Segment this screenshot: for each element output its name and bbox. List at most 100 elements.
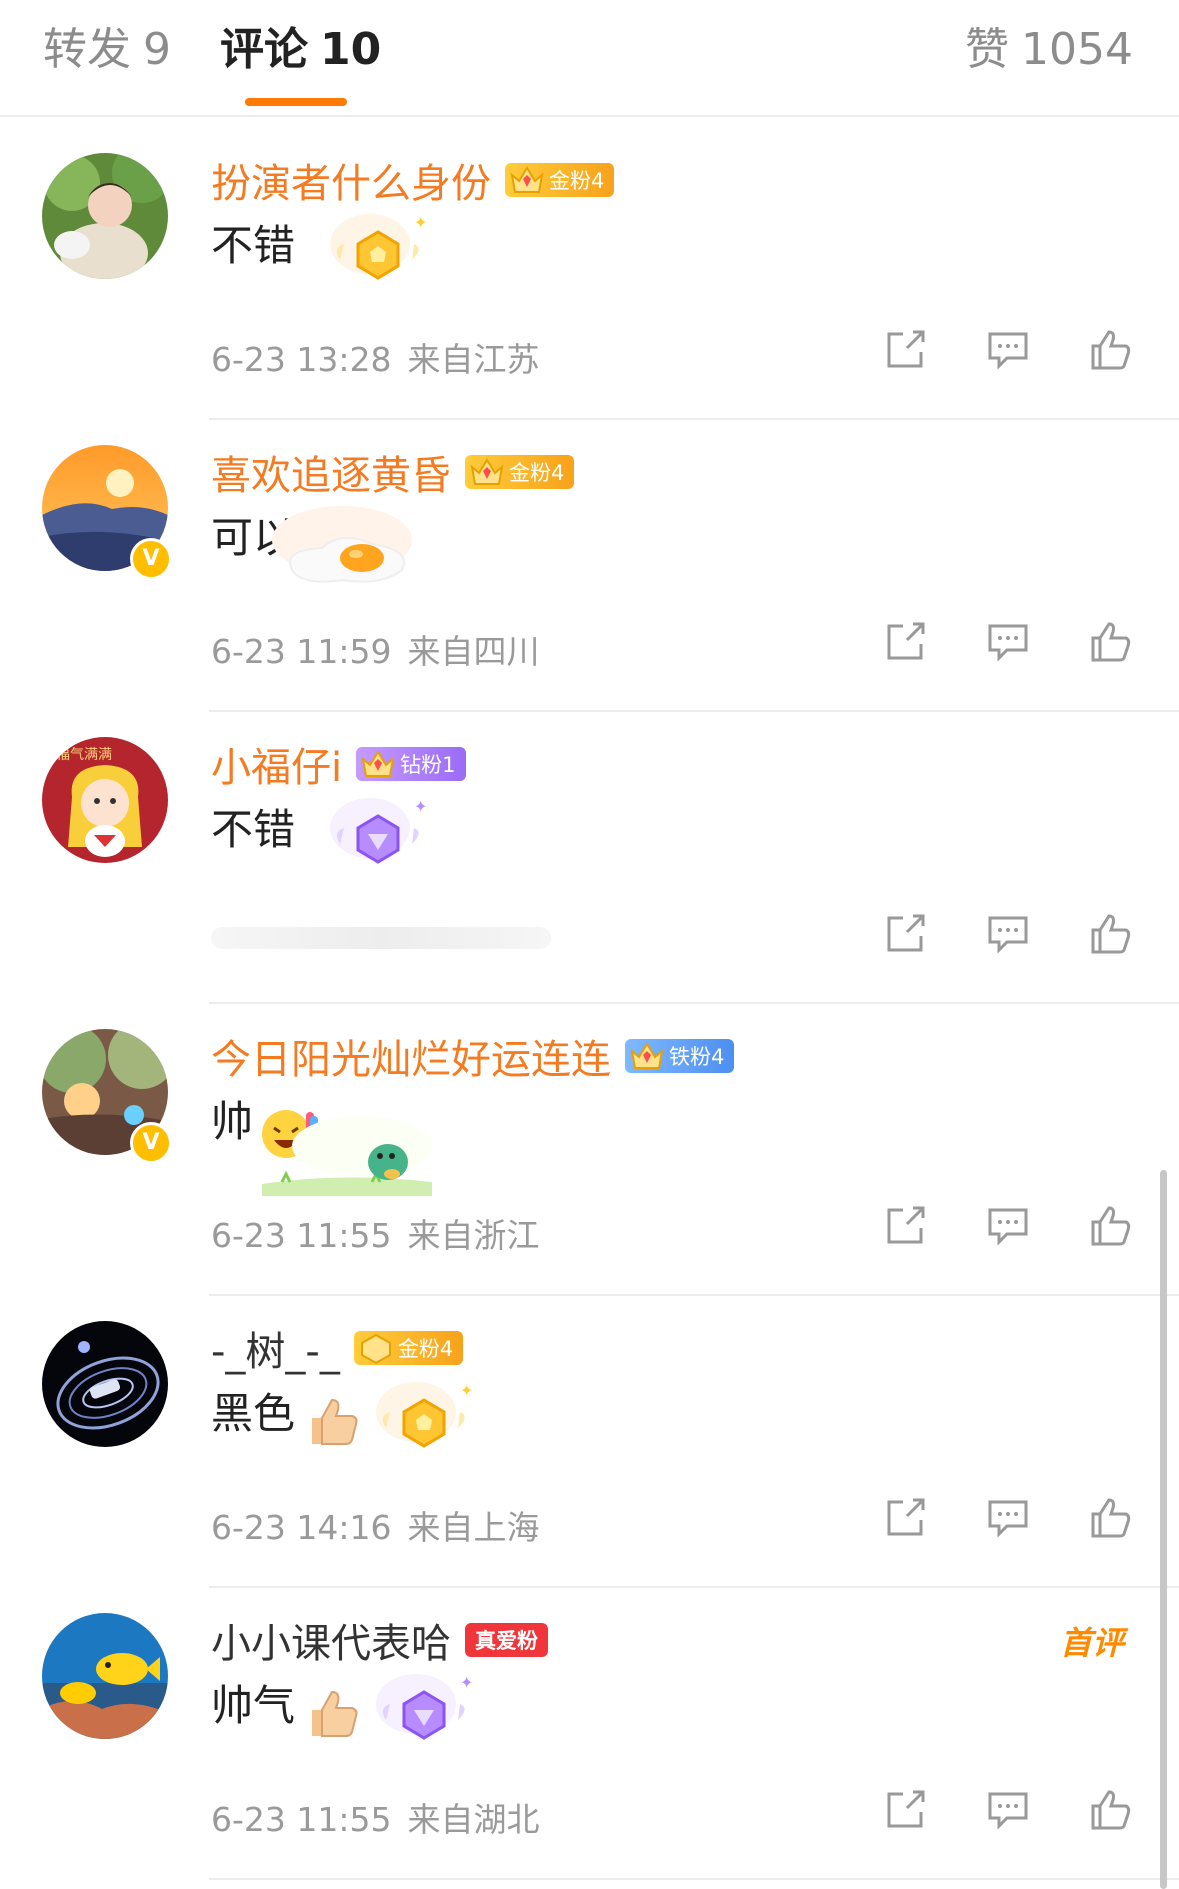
fan-badge[interactable]: 真爱粉 bbox=[465, 1623, 548, 1657]
username[interactable]: 小小课代表哈 bbox=[211, 1611, 451, 1669]
thumbs-up-icon[interactable] bbox=[1087, 1202, 1133, 1248]
purple-diamond-sticker: ✦ bbox=[376, 1673, 473, 1740]
crown-icon bbox=[510, 166, 544, 193]
tab-comment-count: 10 bbox=[320, 24, 382, 75]
comment-location: 来自江苏 bbox=[407, 340, 540, 379]
avatar[interactable] bbox=[42, 1613, 168, 1739]
comment-icon[interactable] bbox=[985, 910, 1031, 956]
fan-badge[interactable]: 金粉4 bbox=[505, 163, 615, 197]
comment-icon[interactable] bbox=[985, 618, 1031, 664]
avatar[interactable] bbox=[42, 1321, 168, 1447]
gold-medal-sticker: ✦ bbox=[330, 213, 427, 280]
gem-icon bbox=[360, 1333, 391, 1365]
fan-badge-label: 金粉4 bbox=[509, 461, 565, 485]
username[interactable]: 扮演者什么身份 bbox=[211, 151, 491, 209]
comment-item: -_树_-_ 金粉4 黑色 ✦ 6-23 14:16 来自上海 bbox=[0, 1296, 1179, 1588]
purple-diamond-sticker: ✦ bbox=[330, 797, 427, 864]
comment-icon[interactable] bbox=[985, 1786, 1031, 1832]
username[interactable]: -_树_-_ bbox=[211, 1319, 340, 1377]
tab-comment[interactable]: 评论 10 bbox=[220, 20, 381, 80]
avatar[interactable] bbox=[42, 153, 168, 279]
svg-text:福气满满: 福气满满 bbox=[56, 747, 112, 763]
thumbs-up-icon[interactable] bbox=[1087, 326, 1133, 372]
comment-item: 扮演者什么身份 金粉4 不错 ✦ 6-23 13:28 来自江苏 bbox=[0, 128, 1179, 420]
username[interactable]: 小福仔i bbox=[211, 735, 342, 793]
comment-actions bbox=[883, 1202, 1133, 1248]
comment-date: 6-23 14:16 bbox=[211, 1508, 392, 1547]
tab-like-label: 赞 bbox=[965, 24, 1010, 75]
share-icon[interactable] bbox=[883, 618, 929, 664]
comment-actions bbox=[883, 910, 1133, 956]
thumbs-up-icon[interactable] bbox=[1087, 1494, 1133, 1540]
name-row: -_树_-_ 金粉4 bbox=[211, 1318, 464, 1378]
fan-badge[interactable]: 金粉4 bbox=[353, 1331, 464, 1365]
comment-text: 黑色 bbox=[211, 1389, 296, 1438]
fan-badge-label: 铁粉4 bbox=[669, 1045, 725, 1069]
comment-actions bbox=[883, 1786, 1133, 1832]
verified-badge: V bbox=[130, 538, 172, 580]
comment-date: 6-23 11:55 bbox=[211, 1800, 392, 1839]
svg-text:✦: ✦ bbox=[460, 1381, 473, 1400]
name-row: 小福仔i 钻粉1 bbox=[211, 734, 466, 794]
name-row: 小小课代表哈 真爱粉 bbox=[211, 1610, 548, 1670]
comment-item: V 喜欢追逐黄昏 金粉4 可以 6-23 11:59 来自四川 bbox=[0, 420, 1179, 712]
thumbs-up-emoji-icon bbox=[312, 1398, 358, 1445]
comment-meta: 6-23 11:55 来自浙江 bbox=[211, 1209, 540, 1257]
share-icon[interactable] bbox=[883, 1202, 929, 1248]
thumbs-up-emoji-icon bbox=[312, 1690, 358, 1737]
comment-icon[interactable] bbox=[985, 326, 1031, 372]
comment-icon[interactable] bbox=[985, 1494, 1031, 1540]
divider bbox=[209, 1878, 1179, 1880]
comment-text: 不错 bbox=[211, 221, 296, 270]
fan-badge-label: 金粉4 bbox=[549, 169, 605, 193]
active-tab-indicator bbox=[245, 98, 347, 106]
fan-badge[interactable]: 金粉4 bbox=[465, 455, 575, 489]
comment-text: 帅气 bbox=[211, 1681, 296, 1730]
fan-badge[interactable]: 铁粉4 bbox=[625, 1039, 735, 1073]
tab-repost[interactable]: 转发 9 bbox=[43, 20, 171, 80]
tab-like[interactable]: 赞 1054 bbox=[965, 20, 1133, 80]
crown-icon bbox=[630, 1042, 664, 1069]
tab-like-count: 1054 bbox=[1021, 24, 1133, 75]
thumbs-up-icon[interactable] bbox=[1087, 1786, 1133, 1832]
share-icon[interactable] bbox=[883, 910, 929, 956]
comment-location: 来自四川 bbox=[407, 632, 540, 671]
comment-item: V 今日阳光灿烂好运连连 铁粉4 帅 6-23 11:55 来自浙江 bbox=[0, 1004, 1179, 1296]
comment-meta: 6-23 11:59 来自四川 bbox=[211, 625, 540, 673]
username[interactable]: 喜欢追逐黄昏 bbox=[211, 443, 451, 501]
share-icon[interactable] bbox=[883, 326, 929, 372]
comment-item: 福气满满 小福仔i 钻粉1 不错 ✦ bbox=[0, 712, 1179, 1004]
dinosaur-sticker bbox=[262, 1116, 432, 1196]
comment-text: 不错 bbox=[211, 805, 296, 854]
svg-text:✦: ✦ bbox=[414, 797, 427, 816]
comment-date: 6-23 11:59 bbox=[211, 632, 392, 671]
fan-badge[interactable]: 钻粉1 bbox=[356, 747, 466, 781]
comment-text: 帅 bbox=[211, 1092, 253, 1152]
crown-icon bbox=[361, 750, 395, 777]
scrollbar[interactable] bbox=[1160, 1170, 1167, 1889]
svg-text:✦: ✦ bbox=[460, 1673, 473, 1692]
share-icon[interactable] bbox=[883, 1786, 929, 1832]
comment-actions bbox=[883, 618, 1133, 664]
comment-actions bbox=[883, 326, 1133, 372]
comment-meta: 6-23 14:16 来自上海 bbox=[211, 1501, 540, 1549]
username[interactable]: 今日阳光灿烂好运连连 bbox=[211, 1027, 611, 1085]
thumbs-up-icon[interactable] bbox=[1087, 618, 1133, 664]
comment-meta: 6-23 13:28 来自江苏 bbox=[211, 333, 540, 381]
share-icon[interactable] bbox=[883, 1494, 929, 1540]
tab-comment-label: 评论 bbox=[220, 24, 308, 75]
fan-badge-label: 金粉4 bbox=[397, 1337, 454, 1361]
svg-text:✦: ✦ bbox=[414, 213, 427, 232]
comment-meta: 6-23 11:55 来自湖北 bbox=[211, 1793, 540, 1841]
avatar[interactable]: 福气满满 bbox=[42, 737, 168, 863]
comment-icon[interactable] bbox=[985, 1202, 1031, 1248]
comment-item: 小小课代表哈 真爱粉 首评 帅气 ✦ 6-23 11:55 来自湖北 bbox=[0, 1588, 1179, 1880]
fan-badge-label: 钻粉1 bbox=[400, 753, 456, 777]
comment-date: 6-23 13:28 bbox=[211, 340, 392, 379]
comment-meta-hidden bbox=[211, 927, 551, 949]
comment-location: 来自上海 bbox=[407, 1508, 540, 1547]
thumbs-up-icon[interactable] bbox=[1087, 910, 1133, 956]
tab-bar: 转发 9 评论 10 赞 1054 bbox=[0, 0, 1179, 117]
comment-date: 6-23 11:55 bbox=[211, 1216, 392, 1255]
tab-repost-label: 转发 bbox=[43, 24, 131, 75]
